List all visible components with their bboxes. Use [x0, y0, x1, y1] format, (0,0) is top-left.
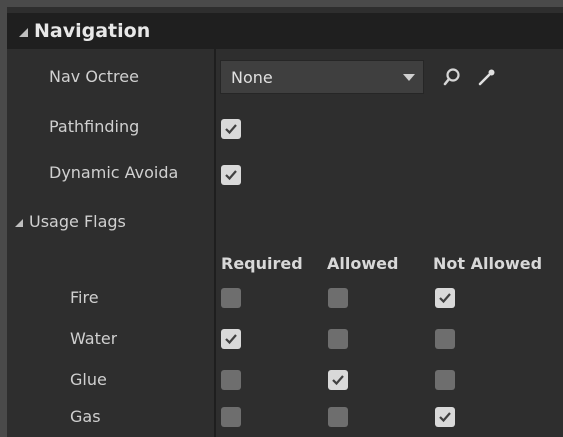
fire-required-checkbox[interactable] [221, 288, 241, 308]
flag-name: Glue [70, 370, 107, 389]
water-not-allowed-checkbox[interactable] [435, 329, 455, 349]
usage-flags-header[interactable]: Usage Flags [15, 212, 126, 231]
fire-allowed-checkbox[interactable] [328, 288, 348, 308]
eyedropper-icon[interactable] [476, 66, 498, 88]
dynamic-avoidance-checkbox[interactable] [221, 165, 241, 185]
usage-flags-label: Usage Flags [29, 212, 126, 231]
checkmark-icon [225, 170, 237, 181]
glue-allowed-checkbox[interactable] [328, 370, 348, 390]
nav-octree-label: Nav Octree [49, 67, 139, 86]
checkmark-icon [225, 124, 237, 135]
chevron-down-icon [403, 73, 415, 81]
search-icon[interactable] [441, 66, 463, 88]
checkmark-icon [332, 375, 344, 386]
dynamic-avoidance-label: Dynamic Avoida [49, 163, 179, 182]
checkmark-icon [225, 334, 237, 345]
pathfinding-label: Pathfinding [49, 117, 140, 136]
flag-name: Water [70, 329, 118, 348]
collapse-triangle-icon[interactable] [15, 218, 23, 227]
navigation-section-header[interactable]: Navigation [7, 13, 563, 49]
collapse-triangle-icon[interactable] [19, 27, 28, 37]
water-allowed-checkbox[interactable] [328, 329, 348, 349]
gas-allowed-checkbox[interactable] [328, 407, 348, 427]
checkmark-icon [439, 293, 451, 304]
details-panel: Navigation Nav Octree None Pathfinding D… [7, 7, 563, 437]
flag-name: Gas [70, 407, 101, 426]
column-header-allowed: Allowed [327, 254, 399, 273]
fire-not-allowed-checkbox[interactable] [435, 288, 455, 308]
gas-not-allowed-checkbox[interactable] [435, 407, 455, 427]
column-splitter[interactable] [214, 49, 216, 437]
gas-required-checkbox[interactable] [221, 407, 241, 427]
section-title: Navigation [34, 20, 151, 42]
nav-octree-value: None [231, 67, 273, 87]
pathfinding-checkbox[interactable] [221, 119, 241, 139]
water-required-checkbox[interactable] [221, 329, 241, 349]
glue-not-allowed-checkbox[interactable] [435, 370, 455, 390]
column-header-required: Required [221, 254, 303, 273]
nav-octree-dropdown[interactable]: None [220, 60, 424, 94]
checkmark-icon [439, 412, 451, 423]
column-header-not-allowed: Not Allowed [433, 254, 543, 273]
flag-name: Fire [70, 288, 99, 307]
glue-required-checkbox[interactable] [221, 370, 241, 390]
